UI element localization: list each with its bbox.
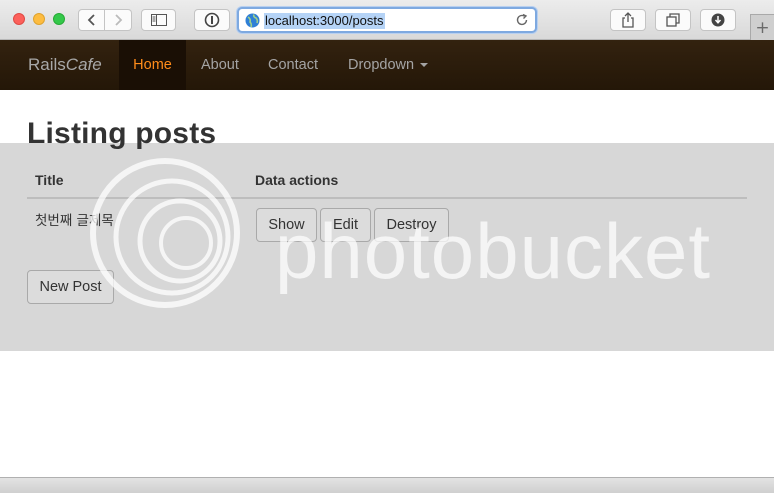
nav-contact[interactable]: Contact: [268, 40, 318, 90]
column-header-actions: Data actions: [255, 172, 339, 188]
globe-icon: [245, 13, 260, 28]
reader-button[interactable]: [194, 9, 230, 31]
address-bar[interactable]: localhost:3000/posts: [237, 7, 537, 33]
forward-button[interactable]: [105, 9, 132, 31]
table-header-divider: [27, 197, 747, 199]
destroy-post-button[interactable]: Destroy: [374, 208, 449, 242]
share-button[interactable]: [610, 9, 646, 31]
brand-plain: Rails: [28, 55, 66, 74]
window-bottom-edge: [0, 477, 774, 493]
sidebar-icon: [150, 14, 167, 26]
nav-about[interactable]: About: [201, 40, 239, 90]
share-icon: [622, 12, 634, 28]
minimize-window-button[interactable]: [33, 13, 45, 25]
brand-italic: Cafe: [65, 55, 102, 74]
chevron-right-icon: [115, 14, 123, 26]
zoom-window-button[interactable]: [53, 13, 65, 25]
url-text[interactable]: localhost:3000/posts: [264, 13, 385, 29]
show-post-button[interactable]: Show: [256, 208, 317, 242]
downloads-button[interactable]: [700, 9, 736, 31]
nav-home[interactable]: Home: [119, 40, 186, 90]
new-post-button[interactable]: New Post: [27, 270, 114, 304]
show-all-tabs-button[interactable]: [655, 9, 691, 31]
page-title: Listing posts: [27, 117, 217, 150]
site-navbar: RailsCafe Home About Contact Dropdown: [0, 40, 774, 90]
browser-toolbar: localhost:3000/posts +: [0, 0, 774, 40]
nav-dropdown-label: Dropdown: [348, 57, 415, 73]
watermark-band: [0, 143, 774, 351]
new-tab-button[interactable]: +: [750, 14, 774, 40]
sidebar-toggle-button[interactable]: [141, 9, 176, 31]
post-title-cell: 첫번째 글제목: [35, 213, 114, 229]
column-header-title: Title: [35, 172, 64, 188]
nav-dropdown[interactable]: Dropdown: [348, 40, 429, 90]
reload-icon[interactable]: [515, 13, 529, 27]
download-icon: [711, 13, 725, 27]
info-icon: [204, 12, 220, 28]
caret-down-icon: [420, 63, 429, 68]
close-window-button[interactable]: [13, 13, 25, 25]
back-button[interactable]: [78, 9, 105, 31]
chevron-left-icon: [87, 14, 95, 26]
edit-post-button[interactable]: Edit: [320, 208, 371, 242]
brand-logo[interactable]: RailsCafe: [28, 55, 102, 75]
history-nav: [78, 9, 132, 31]
tabs-icon: [666, 13, 680, 27]
